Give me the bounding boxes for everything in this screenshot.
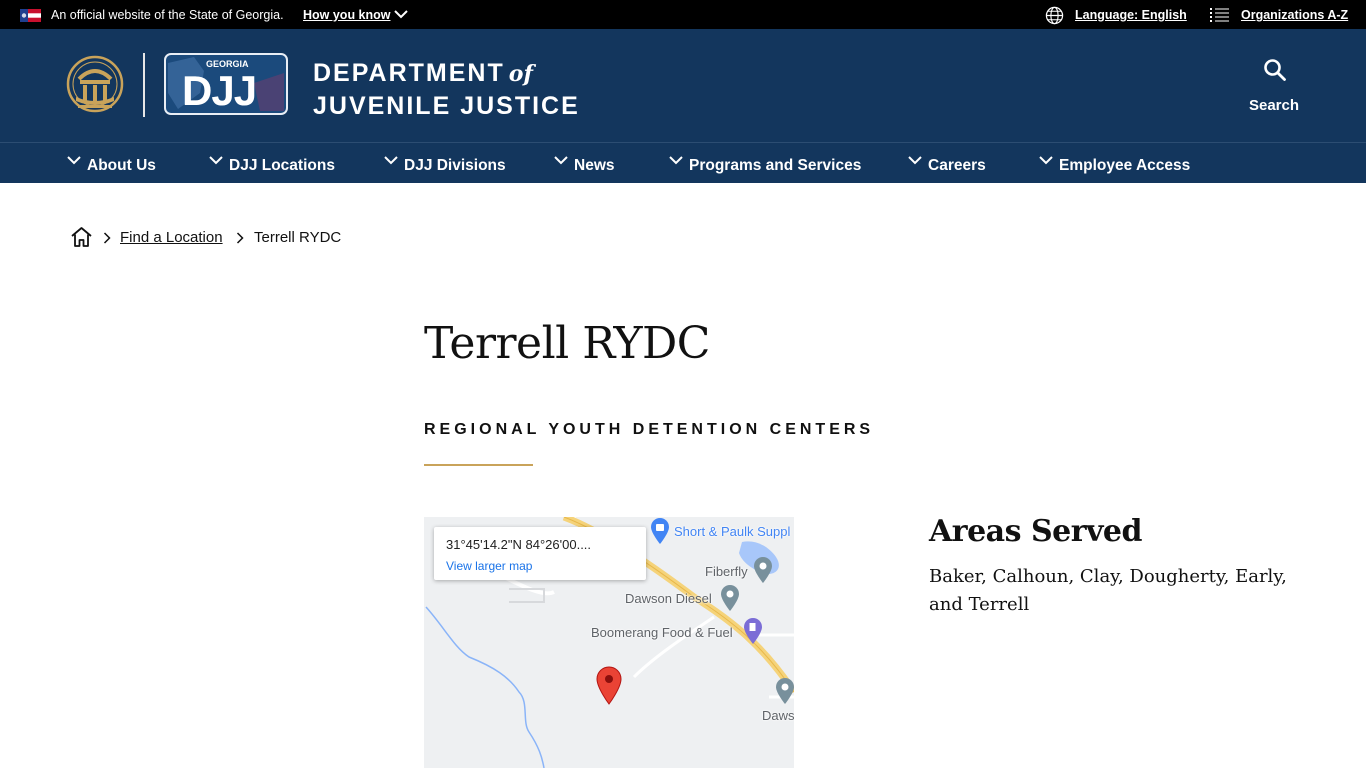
location-category: REGIONAL YOUTH DETENTION CENTERS — [424, 421, 875, 438]
chevron-down-icon — [669, 156, 683, 165]
page-title: Terrell RYDC — [424, 318, 710, 369]
nav-djj-divisions[interactable]: DJJ Divisions — [384, 156, 506, 175]
how-you-know-link[interactable]: How you know — [303, 8, 391, 22]
title-divider — [424, 464, 533, 466]
breadcrumb-current: Terrell RYDC — [254, 229, 342, 246]
nav-about-us[interactable]: About Us — [67, 156, 156, 175]
areas-served-text: Baker, Calhoun, Clay, Dougherty, Early, … — [929, 566, 1287, 615]
chevron-down-icon — [384, 156, 398, 165]
map-place-label[interactable]: Boomerang Food & Fuel — [591, 625, 733, 640]
chevron-right-icon — [103, 232, 111, 244]
nav-djj-locations[interactable]: DJJ Locations — [209, 156, 335, 175]
title-of: of — [508, 61, 533, 87]
language-selector[interactable]: Language: English — [1075, 8, 1187, 22]
organizations-az-link[interactable]: Organizations A-Z — [1241, 8, 1348, 22]
gas-station-pin-icon[interactable] — [743, 617, 763, 645]
nav-careers[interactable]: Careers — [908, 156, 986, 175]
map-coordinates: 31°45'14.2"N 84°26'00.... — [446, 537, 592, 552]
map-place-label[interactable]: Short & Paulk Suppl — [674, 524, 790, 539]
nav-programs-and-services[interactable]: Programs and Services — [669, 156, 862, 175]
areas-served-heading: Areas Served — [929, 514, 1143, 549]
map-place-label[interactable]: Daws — [762, 708, 794, 723]
chevron-down-icon — [1039, 156, 1053, 165]
shopping-pin-icon[interactable] — [650, 517, 670, 545]
search-label: Search — [1248, 97, 1300, 114]
nav-label: News — [574, 157, 615, 174]
nav-label: Employee Access — [1059, 157, 1191, 174]
location-marker-icon[interactable] — [595, 666, 623, 706]
nav-label: About Us — [87, 157, 156, 174]
georgia-state-seal-logo[interactable] — [66, 53, 124, 115]
title-line-1: DEPARTMENT — [313, 59, 505, 87]
view-larger-map-link[interactable]: View larger map — [446, 559, 532, 573]
nav-news[interactable]: News — [554, 156, 615, 175]
globe-icon — [1045, 6, 1064, 25]
chevron-right-icon — [236, 232, 244, 244]
title-line-2: JUVENILE JUSTICE — [313, 92, 580, 120]
chevron-down-icon — [908, 156, 922, 165]
chevron-down-icon — [67, 156, 81, 165]
nav-label: Careers — [928, 157, 986, 174]
nav-label: DJJ Locations — [229, 157, 335, 174]
svg-text:DJJ: DJJ — [182, 67, 256, 114]
map-place-label[interactable]: Fiberfly — [705, 564, 748, 579]
search-icon[interactable] — [1263, 58, 1287, 82]
place-pin-icon[interactable] — [753, 556, 773, 584]
main-navigation: About Us DJJ Locations DJJ Divisions New… — [0, 142, 1366, 183]
djj-logo[interactable]: GEORGIA DJJ — [164, 53, 288, 115]
nav-label: DJJ Divisions — [404, 157, 506, 174]
map-place-label[interactable]: Dawson Diesel — [625, 591, 712, 606]
chevron-down-icon[interactable] — [394, 10, 408, 19]
official-website-text: An official website of the State of Geor… — [51, 8, 284, 22]
breadcrumb-find-a-location[interactable]: Find a Location — [120, 229, 223, 246]
list-icon — [1210, 8, 1229, 22]
site-header: GEORGIA DJJ DEPARTMENT of JUVENILE JUSTIC… — [0, 29, 1366, 142]
department-title[interactable]: DEPARTMENT of JUVENILE JUSTICE — [313, 57, 580, 122]
search-button[interactable]: Search — [1240, 55, 1308, 119]
location-map[interactable]: Short & Paulk Suppl Fiberfly Dawson Dies… — [424, 517, 794, 768]
nav-label: Programs and Services — [689, 157, 862, 174]
official-banner: An official website of the State of Geor… — [0, 0, 1366, 29]
place-pin-icon[interactable] — [775, 677, 794, 705]
home-icon[interactable] — [70, 226, 93, 248]
place-pin-icon[interactable] — [720, 584, 740, 612]
chevron-down-icon — [554, 156, 568, 165]
map-info-card: 31°45'14.2"N 84°26'00.... View larger ma… — [434, 527, 646, 580]
georgia-flag-icon — [20, 9, 41, 22]
header-divider — [143, 53, 145, 117]
chevron-down-icon — [209, 156, 223, 165]
nav-employee-access[interactable]: Employee Access — [1039, 156, 1191, 175]
